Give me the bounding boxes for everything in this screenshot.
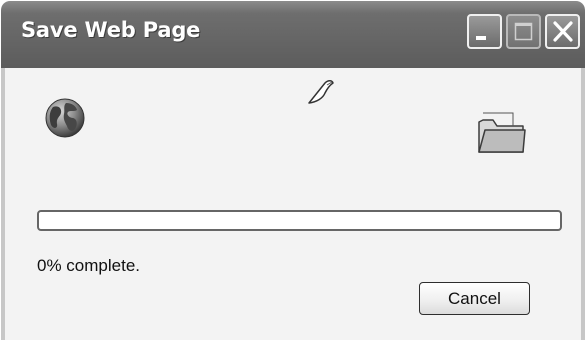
close-button[interactable] bbox=[545, 14, 580, 49]
dialog-body: 0% complete. Cancel bbox=[5, 68, 581, 340]
progress-status-text: 0% complete. bbox=[37, 256, 140, 275]
save-web-page-dialog: Save Web Page 0% complete. Cancel bbox=[1, 1, 585, 340]
progress-bar bbox=[37, 210, 562, 231]
minimize-icon bbox=[476, 36, 486, 40]
minimize-button[interactable] bbox=[467, 14, 502, 49]
window-title: Save Web Page bbox=[21, 18, 201, 42]
page-icon bbox=[308, 80, 334, 104]
folder-icon bbox=[478, 112, 526, 153]
globe-icon bbox=[45, 98, 85, 138]
close-icon bbox=[553, 21, 573, 42]
title-bar[interactable]: Save Web Page bbox=[1, 1, 585, 68]
cancel-button[interactable]: Cancel bbox=[419, 282, 530, 315]
maximize-button[interactable] bbox=[506, 14, 541, 49]
maximize-icon bbox=[514, 22, 533, 41]
